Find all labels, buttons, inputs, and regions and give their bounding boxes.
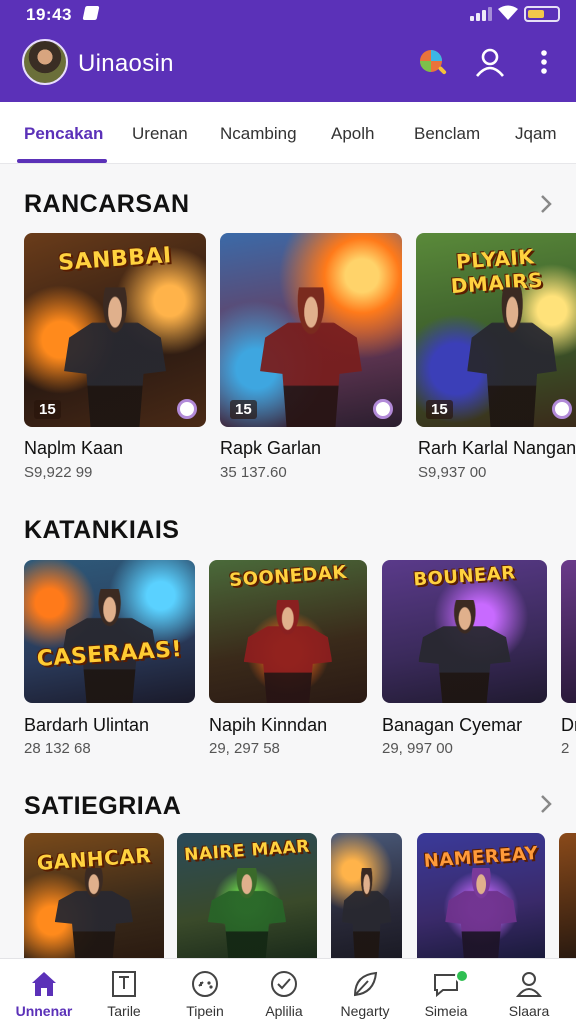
game-price: S9,922 99 (24, 464, 93, 481)
top-app-bar: 19:43 Uinaosin (0, 0, 576, 102)
tab-jqam[interactable]: Jqam (515, 124, 557, 144)
profile-icon[interactable] (472, 44, 508, 80)
tab-pencakan[interactable]: Pencakan (24, 124, 103, 144)
chevron-right-icon[interactable] (536, 192, 556, 216)
game-card-art[interactable] (331, 833, 402, 958)
more-options-icon[interactable] (526, 44, 562, 80)
game-name[interactable]: Dr (561, 715, 576, 736)
game-card-art[interactable] (561, 560, 576, 703)
profile-icon (515, 972, 543, 997)
game-card-art[interactable]: BOUNEAR (382, 560, 547, 703)
book-icon (112, 971, 136, 997)
signal-icon (470, 7, 492, 21)
game-price: 29, 997 00 (382, 740, 453, 757)
check-circle-icon (271, 971, 297, 997)
section-title-1: RANCARSAN (24, 190, 190, 218)
chevron-right-icon[interactable] (536, 792, 556, 816)
platform-icon (552, 399, 572, 419)
platform-icon (177, 399, 197, 419)
game-card-art[interactable]: SANBBAI 15 (24, 233, 206, 427)
tab-ncambing[interactable]: Ncambing (220, 124, 297, 144)
game-card-art[interactable]: NAIRE MAAR (177, 833, 317, 958)
gamepad-icon (192, 971, 218, 997)
bottom-navigation: Unnenar Tarile Tipein Aplilia Negarty Si… (0, 958, 576, 1024)
game-card-art[interactable]: CASERAAS! (24, 560, 195, 703)
game-card-art[interactable] (559, 833, 576, 958)
status-time: 19:43 (26, 5, 72, 24)
game-card-art[interactable]: SOONEDAK (209, 560, 367, 703)
nav-item-tarile[interactable]: Tarile (83, 959, 165, 1024)
game-price: 2 (561, 740, 570, 757)
game-name[interactable]: Banagan Cyemar (382, 715, 522, 736)
platform-icon (373, 399, 393, 419)
nav-item-aplilia[interactable]: Aplilia (243, 959, 325, 1024)
game-price: 29, 297 58 (209, 740, 280, 757)
wifi-icon (498, 5, 518, 21)
tab-apolh[interactable]: Apolh (331, 124, 374, 144)
telegram-icon (82, 6, 100, 20)
section-title-3: SATIEGRIAA (24, 792, 182, 820)
game-price: 35 137.60 (220, 464, 287, 481)
section-title-2: KATANKIAIS (24, 516, 180, 544)
home-icon (32, 972, 56, 996)
nav-item-slaara[interactable]: Slaara (488, 959, 570, 1024)
rating-badge: 15 (230, 400, 257, 419)
game-card-art[interactable]: 15 (220, 233, 402, 427)
game-name[interactable]: Naplm Kaan (24, 438, 123, 459)
game-name[interactable]: Rapk Garlan (220, 438, 321, 459)
nav-item-home[interactable]: Unnenar (3, 959, 85, 1024)
nav-item-simeia[interactable]: Simeia (405, 959, 487, 1024)
tab-urenan[interactable]: Urenan (132, 124, 188, 144)
notification-dot (455, 969, 469, 983)
game-price: S9,937 00 (418, 464, 487, 481)
game-card-art[interactable]: GANHCAR (24, 833, 164, 958)
tab-indicator (17, 159, 107, 163)
game-price: 28 132 68 (24, 740, 91, 757)
game-card-art[interactable]: NAMEREAY (417, 833, 545, 958)
colorful-game-icon[interactable] (414, 44, 450, 80)
leaf-icon (353, 971, 378, 997)
game-card-art[interactable]: PLYAIK DMAIRS 15 (416, 233, 576, 427)
game-name[interactable]: Napih Kinndan (209, 715, 327, 736)
app-title: Uinaosin (78, 50, 174, 77)
status-bar: 19:43 (0, 0, 576, 30)
tab-benclam[interactable]: Benclam (414, 124, 480, 144)
battery-icon (524, 6, 560, 22)
avatar[interactable] (22, 39, 68, 85)
rating-badge: 15 (426, 400, 453, 419)
game-name[interactable]: Rarh Karlal Nangan (418, 438, 576, 459)
category-tabs: Pencakan Urenan Ncambing Apolh Benclam J… (0, 102, 576, 164)
nav-item-negarty[interactable]: Negarty (324, 959, 406, 1024)
nav-item-tipein[interactable]: Tipein (164, 959, 246, 1024)
game-name[interactable]: Bardarh Ulintan (24, 715, 149, 736)
rating-badge: 15 (34, 400, 61, 419)
